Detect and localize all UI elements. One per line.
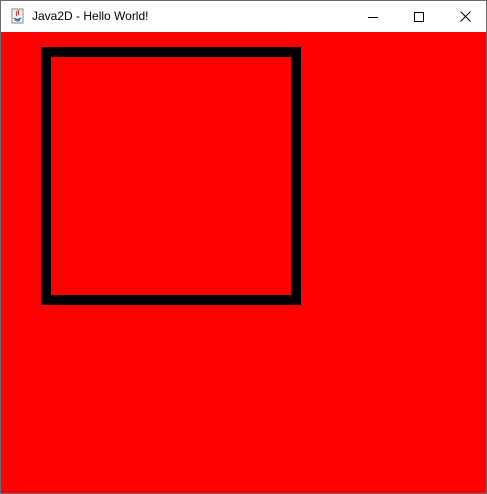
app-window: Java2D - Hello World!: [0, 0, 487, 494]
title-bar[interactable]: Java2D - Hello World!: [1, 1, 486, 32]
close-icon: [459, 11, 471, 22]
maximize-icon: [414, 11, 424, 22]
minimize-icon: [368, 12, 378, 22]
rectangle-outline: [41, 47, 301, 305]
close-button[interactable]: [442, 1, 486, 32]
maximize-button[interactable]: [396, 1, 442, 32]
java-icon[interactable]: [10, 8, 26, 24]
drawing-canvas: [1, 32, 486, 493]
window-title: Java2D - Hello World!: [32, 9, 149, 23]
minimize-button[interactable]: [350, 1, 396, 32]
